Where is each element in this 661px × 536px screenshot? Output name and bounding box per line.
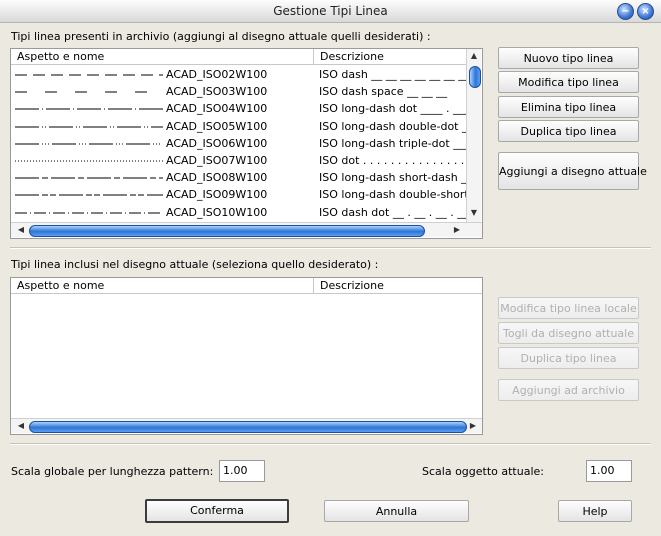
column-header-description[interactable]: Descrizione bbox=[314, 49, 467, 65]
linetype-name: ACAD_ISO03W100 bbox=[166, 85, 268, 99]
column-header-description[interactable]: Descrizione bbox=[314, 278, 482, 294]
table-row[interactable]: ACAD_ISO02W100 ISO dash __ __ __ __ __ __… bbox=[11, 66, 482, 83]
minimize-icon: − bbox=[621, 6, 630, 17]
table-row[interactable]: ACAD_ISO04W100 ISO long-dash dot ____ . _… bbox=[11, 100, 482, 117]
title-bar: Gestione Tipi Linea − × bbox=[0, 0, 661, 23]
modify-local-linetype-button[interactable]: Modifica tipo linea locale bbox=[498, 297, 639, 319]
delete-linetype-button[interactable]: Elimina tipo linea bbox=[498, 96, 639, 118]
global-scale-label: Scala globale per lunghezza pattern: bbox=[11, 465, 214, 478]
linetype-description: ISO long-dash double-dot ____ .. bbox=[319, 119, 466, 133]
new-linetype-button[interactable]: Nuovo tipo linea bbox=[498, 47, 639, 69]
table-row[interactable]: ACAD_ISO06W100 ISO long-dash triple-dot _… bbox=[11, 135, 482, 152]
table-row[interactable]: ACAD_ISO10W100 ISO dash dot __ . __ . __ … bbox=[11, 204, 482, 221]
scroll-left-arrow-icon[interactable]: ◀ bbox=[15, 223, 27, 237]
linetype-name: ACAD_ISO02W100 bbox=[166, 68, 268, 81]
scroll-left-arrow-icon[interactable]: ◀ bbox=[15, 419, 27, 433]
scroll-right-arrow-icon[interactable]: ▶ bbox=[451, 223, 463, 237]
linetype-name: ACAD_ISO07W100 bbox=[166, 154, 268, 167]
linetype-name: ACAD_ISO05W100 bbox=[166, 119, 268, 133]
archive-list-label: Tipi linea presenti in archivio (aggiung… bbox=[11, 30, 431, 43]
table-row[interactable]: ACAD_ISO09W100 ISO long-dash double-short… bbox=[11, 186, 482, 203]
window-title: Gestione Tipi Linea bbox=[273, 4, 388, 18]
object-scale-label: Scala oggetto attuale: bbox=[422, 465, 544, 478]
archive-linetype-list[interactable]: Aspetto e nome Descrizione ACAD_ISO02W10… bbox=[10, 48, 483, 239]
linetype-description: ISO long-dash short-dash ____ __ bbox=[319, 171, 466, 185]
object-scale-input[interactable]: 1.00 bbox=[586, 460, 632, 482]
table-row[interactable]: ACAD_ISO08W100 ISO long-dash short-dash _… bbox=[11, 169, 482, 186]
close-button[interactable]: × bbox=[637, 3, 654, 20]
duplicate-linetype-button[interactable]: Duplica tipo linea bbox=[498, 120, 639, 142]
archive-vertical-scrollbar[interactable]: ▲ ▼ bbox=[466, 49, 481, 222]
linetype-name: ACAD_ISO08W100 bbox=[166, 171, 268, 185]
drawing-linetype-list[interactable]: Aspetto e nome Descrizione ◀ ▶ bbox=[10, 277, 483, 435]
horizontal-scroll-thumb[interactable] bbox=[29, 225, 425, 237]
linetype-name: ACAD_ISO06W100 bbox=[166, 136, 268, 150]
scroll-right-arrow-icon[interactable]: ▶ bbox=[467, 419, 479, 433]
minimize-button[interactable]: − bbox=[617, 3, 634, 20]
column-header-appearance[interactable]: Aspetto e nome bbox=[11, 278, 313, 294]
duplicate-local-linetype-button[interactable]: Duplica tipo linea bbox=[498, 347, 639, 369]
linetype-description: ISO dash space __ __ __ bbox=[319, 85, 448, 99]
cancel-button[interactable]: Annulla bbox=[324, 500, 469, 522]
linetype-description: ISO long-dash double-short-dash bbox=[319, 188, 466, 202]
close-icon: × bbox=[641, 6, 650, 17]
horizontal-scroll-thumb[interactable] bbox=[29, 421, 467, 433]
linetype-name: ACAD_ISO09W100 bbox=[166, 188, 268, 202]
modify-linetype-button[interactable]: Modifica tipo linea bbox=[498, 71, 639, 93]
remove-from-drawing-button[interactable]: Togli da disegno attuale bbox=[498, 322, 639, 344]
table-row[interactable]: ACAD_ISO03W100 ISO dash space __ __ __ bbox=[11, 83, 482, 100]
vertical-scroll-thumb[interactable] bbox=[469, 66, 481, 88]
scroll-up-arrow-icon[interactable]: ▲ bbox=[468, 49, 480, 63]
archive-horizontal-scrollbar[interactable]: ◀ ▶ bbox=[11, 222, 482, 237]
scroll-down-arrow-icon[interactable]: ▼ bbox=[468, 206, 480, 220]
confirm-button[interactable]: Conferma bbox=[145, 499, 289, 523]
section-divider bbox=[10, 247, 651, 249]
table-row[interactable]: ACAD_ISO05W100 ISO long-dash double-dot _… bbox=[11, 118, 482, 135]
table-row[interactable]: ACAD_ISO07W100 ISO dot . . . . . . . . . … bbox=[11, 152, 482, 169]
linetype-name: ACAD_ISO04W100 bbox=[166, 102, 268, 116]
linetype-description: ISO long-dash dot ____ . ____ . bbox=[319, 102, 466, 116]
linetype-name: ACAD_ISO10W100 bbox=[166, 205, 268, 219]
section-divider bbox=[10, 443, 651, 445]
drawing-list-label: Tipi linea inclusi nel disegno attuale (… bbox=[11, 258, 379, 271]
linetype-description: ISO dash __ __ __ __ __ __ __ bbox=[319, 68, 466, 81]
linetype-description: ISO long-dash triple-dot ____ ... bbox=[319, 136, 466, 150]
column-header-appearance[interactable]: Aspetto e nome bbox=[11, 49, 313, 65]
global-scale-input[interactable]: 1.00 bbox=[219, 460, 265, 482]
linetype-description: ISO dash dot __ . __ . __ . __ bbox=[319, 205, 466, 219]
add-to-archive-button[interactable]: Aggiungi ad archivio bbox=[498, 379, 639, 401]
help-button[interactable]: Help bbox=[558, 500, 632, 522]
add-to-drawing-button[interactable]: Aggiungi a disegno attuale bbox=[498, 152, 647, 190]
drawing-horizontal-scrollbar[interactable]: ◀ ▶ bbox=[11, 418, 482, 433]
linetype-description: ISO dot . . . . . . . . . . . . . . . bbox=[319, 154, 465, 167]
